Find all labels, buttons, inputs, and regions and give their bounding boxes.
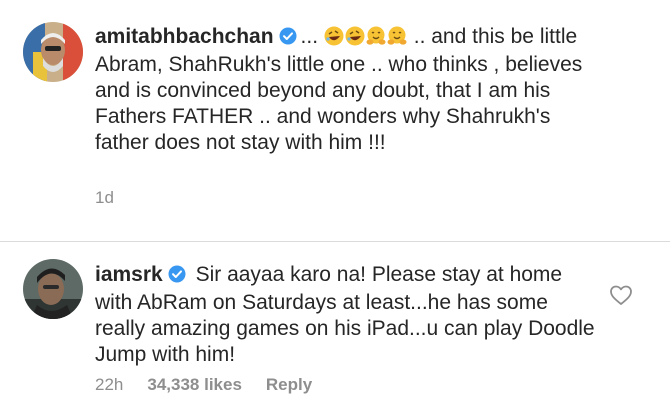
username-link[interactable]: amitabhbachchan (95, 25, 274, 48)
comment-meta: 1d (95, 188, 138, 208)
reply-button[interactable]: Reply (266, 375, 312, 394)
verified-badge-icon (279, 26, 297, 52)
verified-badge-icon (168, 264, 186, 290)
rofl-emoji (345, 26, 365, 46)
comment-body: amitabhbachchan... .. and this be little… (95, 24, 595, 156)
heart-outline-icon[interactable] (609, 284, 633, 311)
comment-timestamp: 1d (95, 188, 114, 207)
hugging-emoji (366, 26, 386, 46)
comment-body: iamsrk Sir aayaa karo na! Please stay at… (95, 262, 595, 368)
username-link[interactable]: iamsrk (95, 263, 163, 286)
comment-prefix: ... (300, 25, 319, 48)
rofl-emoji (324, 26, 344, 46)
likes-count-link[interactable]: 34,338 likes (147, 375, 242, 394)
avatar[interactable] (23, 259, 83, 319)
comment-timestamp: 22h (95, 375, 124, 394)
comment-meta: 22h 34,338 likes Reply (95, 375, 336, 395)
hugging-emoji (387, 26, 407, 46)
comment-divider (0, 241, 670, 242)
avatar[interactable] (23, 22, 83, 82)
